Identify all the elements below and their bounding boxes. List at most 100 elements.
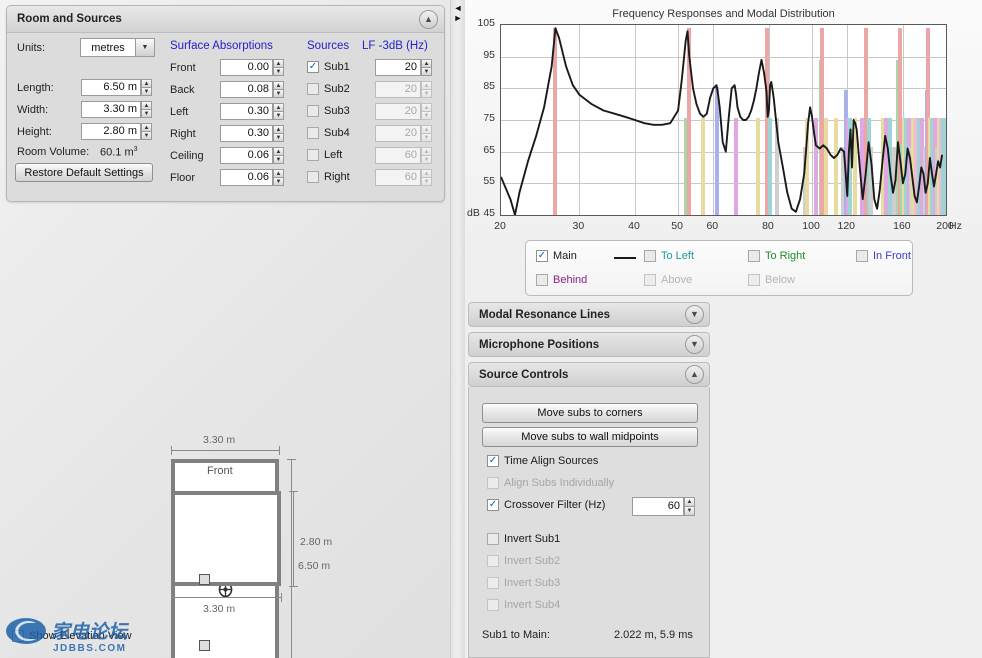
watermark-logo: 家电论坛 JDBBS.COM — [6, 618, 130, 654]
plan-view-diagram[interactable]: 3.30 m Front 6.50 m — [0, 215, 450, 658]
absorption-input-ceiling[interactable]: 0.06 — [220, 147, 273, 164]
x-tick-60: 60 — [706, 220, 719, 232]
plan-width-dimline — [171, 450, 279, 451]
absorption-label-back: Back — [170, 84, 195, 96]
height-stepper[interactable]: ▲ ▼ — [141, 123, 152, 140]
svg-text:JDBBS.COM: JDBBS.COM — [53, 643, 127, 654]
crossover-filter-checkbox[interactable]: ✓ Crossover Filter (Hz) — [487, 499, 605, 511]
pane-splitter[interactable]: ◄ ► — [450, 0, 466, 658]
plan-width-dimension: 3.30 m — [203, 434, 236, 446]
y-tick-45: 45 — [483, 207, 495, 219]
checkbox-box — [487, 555, 499, 567]
crossover-filter-stepper[interactable]: ▲ ▼ — [684, 497, 695, 516]
height-input[interactable]: 2.80 m — [81, 123, 141, 140]
chevron-double-up-icon[interactable]: ▲ — [685, 365, 704, 384]
checkbox-box — [307, 149, 319, 161]
align-subs-individually-label: Align Subs Individually — [504, 477, 615, 489]
absorption-input-back[interactable]: 0.08 — [220, 81, 273, 98]
invert-label: Invert Sub4 — [504, 599, 561, 611]
legend-label: To Left — [661, 250, 695, 262]
checkbox-box: ✓ — [487, 455, 499, 467]
move-subs-to-corners-button[interactable]: Move subs to corners — [482, 403, 698, 423]
absorption-input-right[interactable]: 0.30 — [220, 125, 273, 142]
plan-front-label: Front — [207, 465, 233, 477]
lf-input-sub2: 20 — [375, 81, 421, 98]
legend-item-in-front[interactable]: In Front — [856, 250, 911, 262]
absorption-label-right: Right — [170, 128, 196, 140]
x-axis-unit: Hz — [949, 220, 962, 232]
height-label: Height: — [17, 126, 52, 138]
y-tick-65: 65 — [483, 143, 495, 156]
main-response-curve — [501, 27, 944, 215]
y-tick-75: 75 — [483, 112, 495, 124]
absorption-stepper-floor[interactable]: ▲ ▼ — [273, 169, 284, 186]
chevron-down-icon[interactable]: ▼ — [135, 39, 154, 56]
room-panel-body: Units: metres ▼ Length: 6.50 m ▲ ▼ Width:… — [7, 33, 444, 201]
time-align-sources-checkbox[interactable]: ✓ Time Align Sources — [487, 455, 598, 467]
room-panel-header[interactable]: Room and Sources ▲ — [7, 6, 444, 33]
sub1-marker[interactable] — [199, 640, 210, 651]
units-select[interactable]: metres ▼ — [80, 38, 155, 57]
lf-stepper-sub4: ▲ ▼ — [421, 125, 432, 142]
triangle-left-icon[interactable]: ◄ — [454, 4, 463, 13]
sub1-marker-elevation[interactable] — [199, 574, 210, 585]
section-modal-resonance-lines[interactable]: Modal Resonance Lines ▼ — [468, 302, 710, 327]
elevation-height-tick-bottom — [289, 586, 298, 587]
source-checkbox-sub3[interactable]: Sub3 — [307, 105, 350, 117]
section-microphone-positions[interactable]: Microphone Positions ▼ — [468, 332, 710, 357]
lf-stepper-sub1[interactable]: ▲ ▼ — [421, 59, 432, 76]
absorption-stepper-right[interactable]: ▲ ▼ — [273, 125, 284, 142]
legend-label: Below — [765, 274, 795, 286]
absorption-label-left: Left — [170, 106, 189, 118]
legend-item-to-left[interactable]: To Left — [644, 250, 694, 262]
section-title: Microphone Positions — [479, 338, 600, 351]
legend-item-main[interactable]: ✓ Main — [536, 250, 577, 262]
gridline-x-200 — [946, 25, 947, 215]
absorption-stepper-ceiling[interactable]: ▲ ▼ — [273, 147, 284, 164]
source-checkbox-left[interactable]: Left — [307, 149, 342, 161]
chevron-double-down-icon[interactable]: ▼ — [685, 335, 704, 354]
absorption-input-left[interactable]: 0.30 — [220, 103, 273, 120]
section-header[interactable]: Microphone Positions ▼ — [468, 332, 710, 357]
elevation-view-diagram[interactable]: 2.80 m 3.30 m — [0, 480, 450, 620]
source-checkbox-right[interactable]: Right — [307, 171, 350, 183]
absorption-stepper-front[interactable]: ▲ ▼ — [273, 59, 284, 76]
room-volume-value: 60.1 m3 — [100, 146, 138, 159]
left-pane: Room and Sources ▲ Units: metres ▼ Lengt… — [0, 0, 450, 658]
elevation-room-outline — [171, 491, 281, 586]
plan-width-tick-left — [171, 446, 172, 455]
section-source-controls[interactable]: Source Controls ▲ — [468, 362, 710, 387]
absorption-input-floor[interactable]: 0.06 — [220, 169, 273, 186]
section-header[interactable]: Modal Resonance Lines ▼ — [468, 302, 710, 327]
absorption-stepper-left[interactable]: ▲ ▼ — [273, 103, 284, 120]
lf-input-sub1[interactable]: 20 — [375, 59, 421, 76]
source-checkbox-sub2[interactable]: Sub2 — [307, 83, 350, 95]
section-header[interactable]: Source Controls ▲ — [468, 362, 710, 387]
surface-absorptions-header: Surface Absorptions — [170, 40, 273, 52]
absorption-stepper-back[interactable]: ▲ ▼ — [273, 81, 284, 98]
main-series-line-swatch — [614, 257, 636, 259]
crossover-filter-input[interactable]: 60 — [632, 497, 684, 516]
restore-default-settings-button[interactable]: Restore Default Settings — [15, 163, 153, 182]
width-input[interactable]: 3.30 m — [81, 101, 141, 118]
legend-item-behind[interactable]: Behind — [536, 274, 587, 286]
width-stepper[interactable]: ▲ ▼ — [141, 101, 152, 118]
legend-label: In Front — [873, 250, 911, 262]
elevation-height-dimline — [293, 491, 294, 586]
chart-plot-area[interactable] — [500, 24, 947, 216]
length-stepper[interactable]: ▲ ▼ — [141, 79, 152, 96]
chevron-double-down-icon[interactable]: ▼ — [685, 305, 704, 324]
legend-label: Behind — [553, 274, 588, 286]
elevation-width-dimline — [171, 597, 281, 598]
source-checkbox-sub4[interactable]: Sub4 — [307, 127, 350, 139]
source-checkbox-sub1[interactable]: ✓ Sub1 — [307, 61, 350, 73]
length-input[interactable]: 6.50 m — [81, 79, 141, 96]
lf-input-sub4: 20 — [375, 125, 421, 142]
absorption-input-front[interactable]: 0.00 — [220, 59, 273, 76]
legend-item-to-right[interactable]: To Right — [748, 250, 805, 262]
invert-checkbox-sub1[interactable]: Invert Sub1 — [487, 533, 560, 545]
length-label: Length: — [17, 82, 54, 94]
checkbox-box — [644, 274, 656, 286]
sub1-to-main-value: 2.022 m, 5.9 ms — [614, 629, 693, 641]
move-subs-to-wall-midpoints-button[interactable]: Move subs to wall midpoints — [482, 427, 698, 447]
